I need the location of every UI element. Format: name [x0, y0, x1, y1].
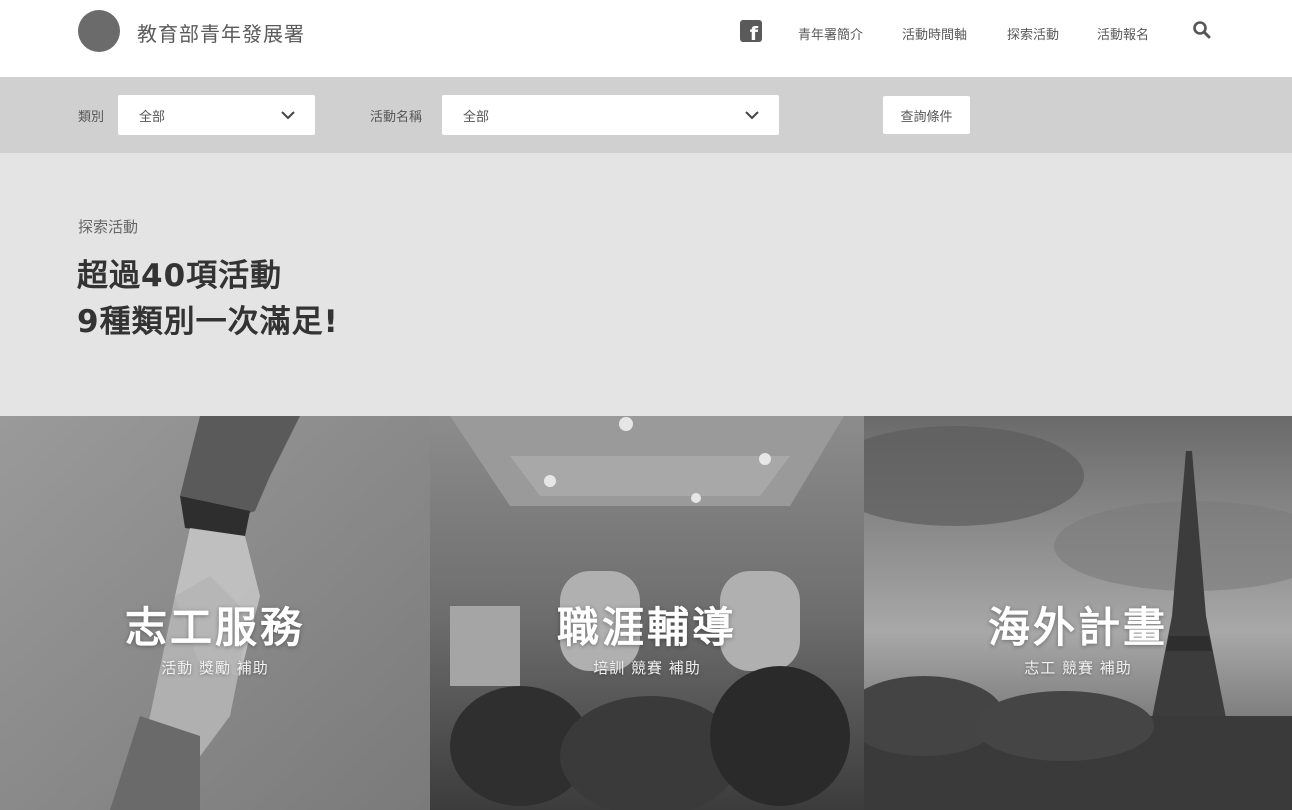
category-select-value: 全部: [139, 110, 166, 125]
query-button[interactable]: 查詢條件: [883, 96, 970, 134]
site-title[interactable]: 教育部青年發展署: [137, 18, 305, 47]
category-card-tags: 培訓 競賽 補助: [593, 659, 701, 677]
category-card-tags: 志工 競賽 補助: [1024, 659, 1132, 677]
category-card-tags: 活動 獎勵 補助: [161, 659, 269, 677]
headline-line-2: 9種類別一次滿足!: [77, 304, 339, 340]
activity-select[interactable]: 全部: [442, 95, 779, 135]
page-headline: 超過40項活動 9種類別一次滿足!: [77, 253, 339, 345]
activity-select-value: 全部: [463, 110, 490, 125]
category-filter-label: 類別: [78, 110, 105, 125]
category-card-career[interactable]: 職涯輔導 培訓 競賽 補助: [430, 416, 864, 810]
filter-bar: 類別 全部 活動名稱 全部 查詢條件: [0, 77, 1292, 153]
category-card-volunteer[interactable]: 志工服務 活動 獎勵 補助: [0, 416, 430, 810]
chevron-down-icon: [281, 111, 295, 120]
category-card-title: 志工服務: [124, 603, 305, 652]
facebook-icon[interactable]: f: [740, 20, 762, 44]
category-card-title: 職涯輔導: [556, 603, 737, 652]
headline-line-1: 超過40項活動: [77, 258, 283, 294]
intro-section: 探索活動 超過40項活動 9種類別一次滿足!: [0, 153, 1292, 416]
activity-filter-label: 活動名稱: [370, 110, 423, 125]
nav-item-about[interactable]: 青年署簡介: [798, 24, 863, 43]
search-icon[interactable]: [1192, 20, 1212, 40]
site-logo[interactable]: [78, 10, 120, 52]
chevron-down-icon: [745, 111, 759, 120]
category-select[interactable]: 全部: [118, 95, 315, 135]
site-header: 教育部青年發展署 f 青年署簡介 活動時間軸 探索活動 活動報名: [0, 0, 1292, 77]
nav-item-timeline[interactable]: 活動時間軸: [902, 24, 967, 43]
nav-item-explore[interactable]: 探索活動: [1007, 24, 1059, 43]
category-card-title: 海外計畫: [987, 603, 1168, 652]
nav-item-register[interactable]: 活動報名: [1097, 24, 1149, 43]
category-card-overseas[interactable]: 海外計畫 志工 競賽 補助: [864, 416, 1292, 810]
section-label: 探索活動: [78, 218, 139, 236]
